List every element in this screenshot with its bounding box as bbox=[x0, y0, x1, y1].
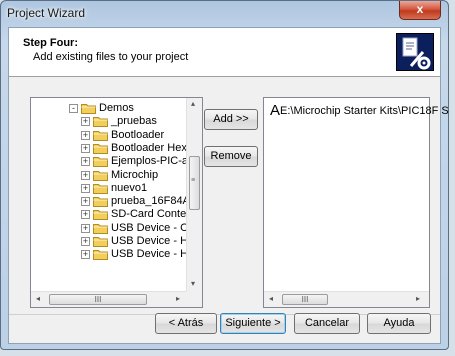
window-title: Project Wizard bbox=[7, 6, 86, 20]
tree-item[interactable]: - Demos bbox=[69, 102, 187, 115]
close-icon: x bbox=[416, 2, 424, 16]
expand-icon[interactable]: + bbox=[81, 170, 90, 180]
scroll-corner bbox=[186, 291, 202, 307]
folder-tree[interactable]: - Demos + _pruebas + Bootloader + Bootloader He… bbox=[30, 97, 203, 308]
tree-item-label: Bootloader bbox=[111, 128, 165, 141]
tree-vertical-scrollbar[interactable]: ▴ ≡ ▾ bbox=[186, 98, 202, 292]
add-button[interactable]: Add >> bbox=[204, 109, 258, 130]
folder-icon bbox=[93, 236, 108, 247]
tree-item[interactable]: + Bootloader Hex bbox=[81, 142, 187, 155]
help-button[interactable]: Ayuda bbox=[367, 313, 431, 334]
expand-icon[interactable]: + bbox=[81, 250, 90, 260]
wizard-header: Step Four: Add existing files to your pr… bbox=[9, 28, 440, 77]
scroll-right-icon[interactable]: ▸ bbox=[416, 294, 420, 303]
tree-item[interactable]: + Bootloader bbox=[81, 129, 187, 142]
expand-icon[interactable]: + bbox=[81, 130, 90, 140]
file-path: E:\Microchip Starter Kits\PIC18F S bbox=[280, 105, 449, 117]
expand-icon[interactable]: + bbox=[81, 223, 90, 233]
expand-icon[interactable]: + bbox=[81, 143, 90, 153]
tree-item[interactable]: + USB Device - C bbox=[81, 222, 187, 235]
back-button[interactable]: < Atrás bbox=[155, 313, 217, 334]
wizard-tools-icon bbox=[396, 33, 434, 71]
file-type-letter: A bbox=[270, 102, 281, 119]
scroll-down-icon[interactable]: ▾ bbox=[191, 279, 195, 288]
tree-item-label: _pruebas bbox=[111, 115, 157, 128]
tree-item-label: Microchip bbox=[111, 168, 159, 181]
next-button[interactable]: Siguiente > bbox=[220, 313, 286, 334]
step-subtitle: Add existing files to your project bbox=[33, 51, 189, 63]
tree-item-label: USB Device - C bbox=[111, 221, 187, 234]
tree-item-label: Bootloader Hex bbox=[111, 141, 187, 154]
collapse-icon[interactable]: - bbox=[69, 104, 78, 113]
tree-item-label: nuevo1 bbox=[111, 181, 148, 194]
tree-item[interactable]: + nuevo1 bbox=[81, 182, 187, 195]
folder-icon bbox=[93, 143, 108, 154]
tree-item-label: USB Device - H bbox=[111, 235, 187, 247]
folder-icon bbox=[93, 156, 108, 168]
tree-item-label: Demos bbox=[99, 102, 134, 114]
expand-icon[interactable]: + bbox=[81, 210, 90, 220]
project-files-list[interactable]: AE:\Microchip Starter Kits\PIC18F S ◂ II… bbox=[263, 97, 449, 308]
tree-item[interactable]: + _pruebas bbox=[81, 115, 187, 128]
tree-item[interactable]: + Microchip bbox=[81, 169, 187, 182]
expand-icon[interactable]: + bbox=[81, 157, 90, 167]
folder-icon bbox=[93, 223, 108, 234]
files-horizontal-scroll-thumb[interactable]: III bbox=[282, 294, 328, 305]
tree-horizontal-scrollbar[interactable]: ◂ III ▸ bbox=[31, 291, 187, 307]
tree-vertical-scroll-thumb[interactable]: ≡ bbox=[189, 156, 200, 210]
files-horizontal-scrollbar[interactable]: ◂ III ▸ bbox=[264, 291, 429, 307]
expand-icon[interactable]: + bbox=[81, 197, 90, 207]
remove-button[interactable]: Remove bbox=[204, 146, 258, 167]
tree-item[interactable]: + USB Device - H bbox=[81, 235, 187, 248]
step-title: Step Four: bbox=[23, 37, 78, 49]
tree-item[interactable]: + USB Device - H bbox=[81, 248, 187, 261]
tree-item[interactable]: + prueba_16F84A bbox=[81, 195, 187, 208]
file-list-item[interactable]: AE:\Microchip Starter Kits\PIC18F S bbox=[270, 102, 449, 119]
tree-horizontal-scroll-thumb[interactable]: III bbox=[49, 294, 147, 305]
tree-item[interactable]: + SD-Card Conter bbox=[81, 208, 187, 221]
folder-icon bbox=[81, 103, 96, 114]
window-frame: Project Wizard x Step Four: Add existing… bbox=[0, 0, 449, 350]
tree-item[interactable]: + Ejemplos-PIC-as bbox=[81, 155, 187, 168]
scroll-up-icon[interactable]: ▴ bbox=[191, 99, 195, 108]
folder-icon bbox=[93, 116, 108, 128]
scroll-left-icon[interactable]: ◂ bbox=[269, 294, 273, 303]
title-bar[interactable]: Project Wizard x bbox=[1, 1, 448, 27]
folder-icon bbox=[93, 249, 108, 261]
expand-icon[interactable]: + bbox=[81, 237, 90, 246]
folder-icon bbox=[93, 196, 108, 208]
close-button[interactable]: x bbox=[399, 1, 441, 20]
folder-icon bbox=[93, 170, 108, 181]
tree-item-label: SD-Card Conter bbox=[111, 208, 187, 221]
folder-icon bbox=[93, 209, 108, 221]
expand-icon[interactable]: + bbox=[81, 183, 90, 193]
tree-item-label: prueba_16F84A bbox=[111, 195, 187, 208]
scroll-right-icon[interactable]: ▸ bbox=[176, 294, 180, 303]
folder-icon bbox=[93, 130, 108, 141]
folder-icon bbox=[93, 183, 108, 194]
tree-item-label: USB Device - H bbox=[111, 248, 187, 261]
wizard-body: Step Four: Add existing files to your pr… bbox=[8, 27, 449, 344]
scroll-left-icon[interactable]: ◂ bbox=[36, 294, 40, 303]
expand-icon[interactable]: + bbox=[81, 117, 90, 127]
folder-tree-list: - Demos + _pruebas + Bootloader + Bootloader He… bbox=[31, 98, 187, 292]
cancel-button[interactable]: Cancelar bbox=[294, 313, 360, 334]
tree-item-label: Ejemplos-PIC-as bbox=[111, 155, 187, 168]
